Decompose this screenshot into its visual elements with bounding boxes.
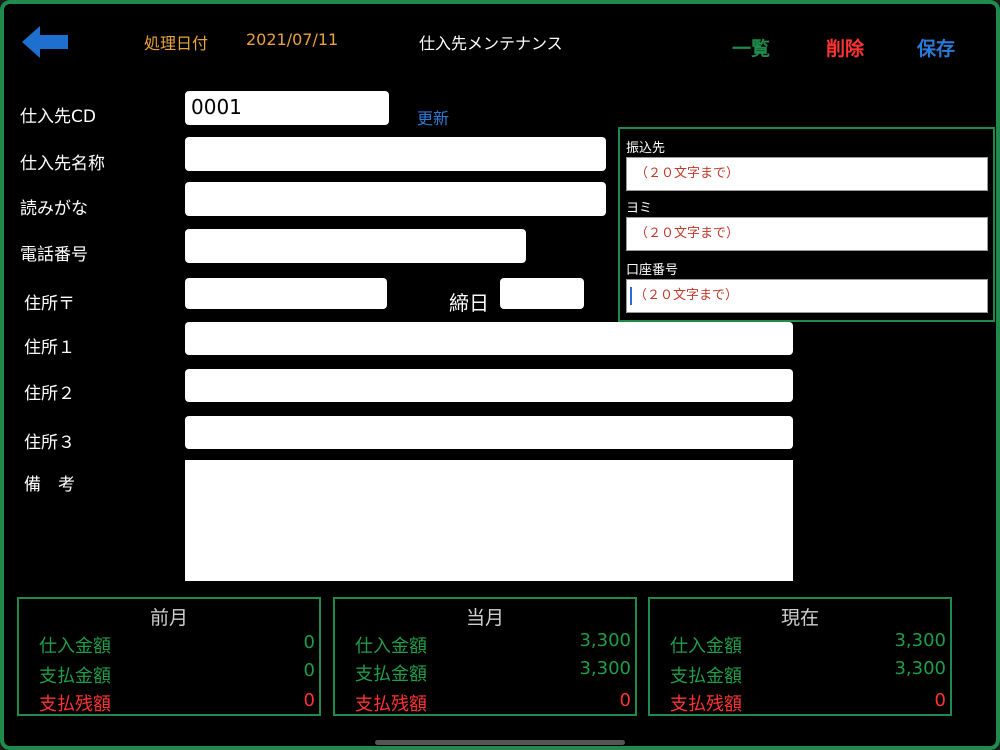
purchase-amount-value: 3,300 <box>894 630 946 651</box>
name-label: 仕入先名称 <box>20 154 105 174</box>
present-panel: 現在 仕入金額 3,300 支払金額 3,300 支払残額 0 <box>648 597 952 716</box>
address3-field[interactable] <box>185 416 793 449</box>
account-placeholder: （２０文字まで） <box>634 288 739 303</box>
panel-title: 現在 <box>780 607 819 629</box>
update-button[interactable]: 更新 <box>417 105 449 129</box>
account-label: 口座番号 <box>626 263 679 278</box>
text-cursor <box>630 286 632 305</box>
payment-amount-value: 0 <box>303 660 315 681</box>
purchase-amount-label: 仕入金額 <box>355 636 427 657</box>
name-field[interactable] <box>185 137 606 171</box>
payment-amount-label: 支払金額 <box>39 666 111 687</box>
supplier-cd-field[interactable]: 0001 <box>185 91 389 125</box>
save-button[interactable]: 保存 <box>917 34 955 61</box>
payment-amount-label: 支払金額 <box>670 666 742 687</box>
home-indicator[interactable] <box>375 740 625 745</box>
yomi-field[interactable]: （２０文字まで） <box>626 217 988 251</box>
panel-title: 前月 <box>149 607 188 629</box>
closing-day-field[interactable] <box>500 278 584 309</box>
previous-month-panel: 前月 仕入金額 0 支払金額 0 支払残額 0 <box>17 597 321 716</box>
supplier-cd-label: 仕入先CD <box>20 107 96 127</box>
zip-label: 住所〒 <box>24 294 75 314</box>
payment-balance-value: 0 <box>619 690 631 711</box>
closing-day-label: 締日 <box>449 291 489 315</box>
purchase-amount-value: 3,300 <box>579 630 631 651</box>
payment-amount-label: 支払金額 <box>355 664 427 685</box>
app-frame: 処理日付 2021/07/11 仕入先メンテナンス 一覧 削除 保存 仕入先CD… <box>0 0 1000 750</box>
address2-label: 住所２ <box>24 384 75 404</box>
transfer-field[interactable]: （２０文字まで） <box>626 157 988 191</box>
payment-amount-value: 3,300 <box>894 658 946 679</box>
list-button[interactable]: 一覧 <box>732 34 770 61</box>
kana-field[interactable] <box>185 182 606 216</box>
phone-field[interactable] <box>185 229 526 263</box>
address1-field[interactable] <box>185 322 793 355</box>
bank-info-panel: 振込先 （２０文字まで） ヨミ （２０文字まで） 口座番号 （２０文字まで） <box>618 127 995 322</box>
purchase-amount-value: 0 <box>303 632 315 653</box>
payment-balance-label: 支払残額 <box>670 694 742 715</box>
payment-balance-label: 支払残額 <box>355 694 427 715</box>
payment-balance-value: 0 <box>934 690 946 711</box>
purchase-amount-label: 仕入金額 <box>39 636 111 657</box>
current-month-panel: 当月 仕入金額 3,300 支払金額 3,300 支払残額 0 <box>333 597 637 716</box>
address2-field[interactable] <box>185 369 793 402</box>
payment-balance-value: 0 <box>303 690 315 711</box>
transfer-label: 振込先 <box>626 141 666 156</box>
delete-button[interactable]: 削除 <box>826 34 864 61</box>
panel-title: 当月 <box>465 607 504 629</box>
date-label: 処理日付 <box>144 34 209 53</box>
kana-label: 読みがな <box>20 199 88 219</box>
address1-label: 住所１ <box>24 338 75 358</box>
note-field[interactable] <box>185 460 793 581</box>
yomi-label: ヨミ <box>626 201 653 216</box>
account-field[interactable]: （２０文字まで） <box>626 279 988 313</box>
payment-balance-label: 支払残額 <box>39 694 111 715</box>
page-title: 仕入先メンテナンス <box>419 34 563 53</box>
note-label: 備 考 <box>24 475 75 495</box>
address3-label: 住所３ <box>24 433 75 453</box>
payment-amount-value: 3,300 <box>579 658 631 679</box>
purchase-amount-label: 仕入金額 <box>670 636 742 657</box>
zip-field[interactable] <box>185 278 387 309</box>
date-value: 2021/07/11 <box>246 30 339 49</box>
back-arrow-icon[interactable] <box>22 26 68 58</box>
phone-label: 電話番号 <box>20 245 88 265</box>
